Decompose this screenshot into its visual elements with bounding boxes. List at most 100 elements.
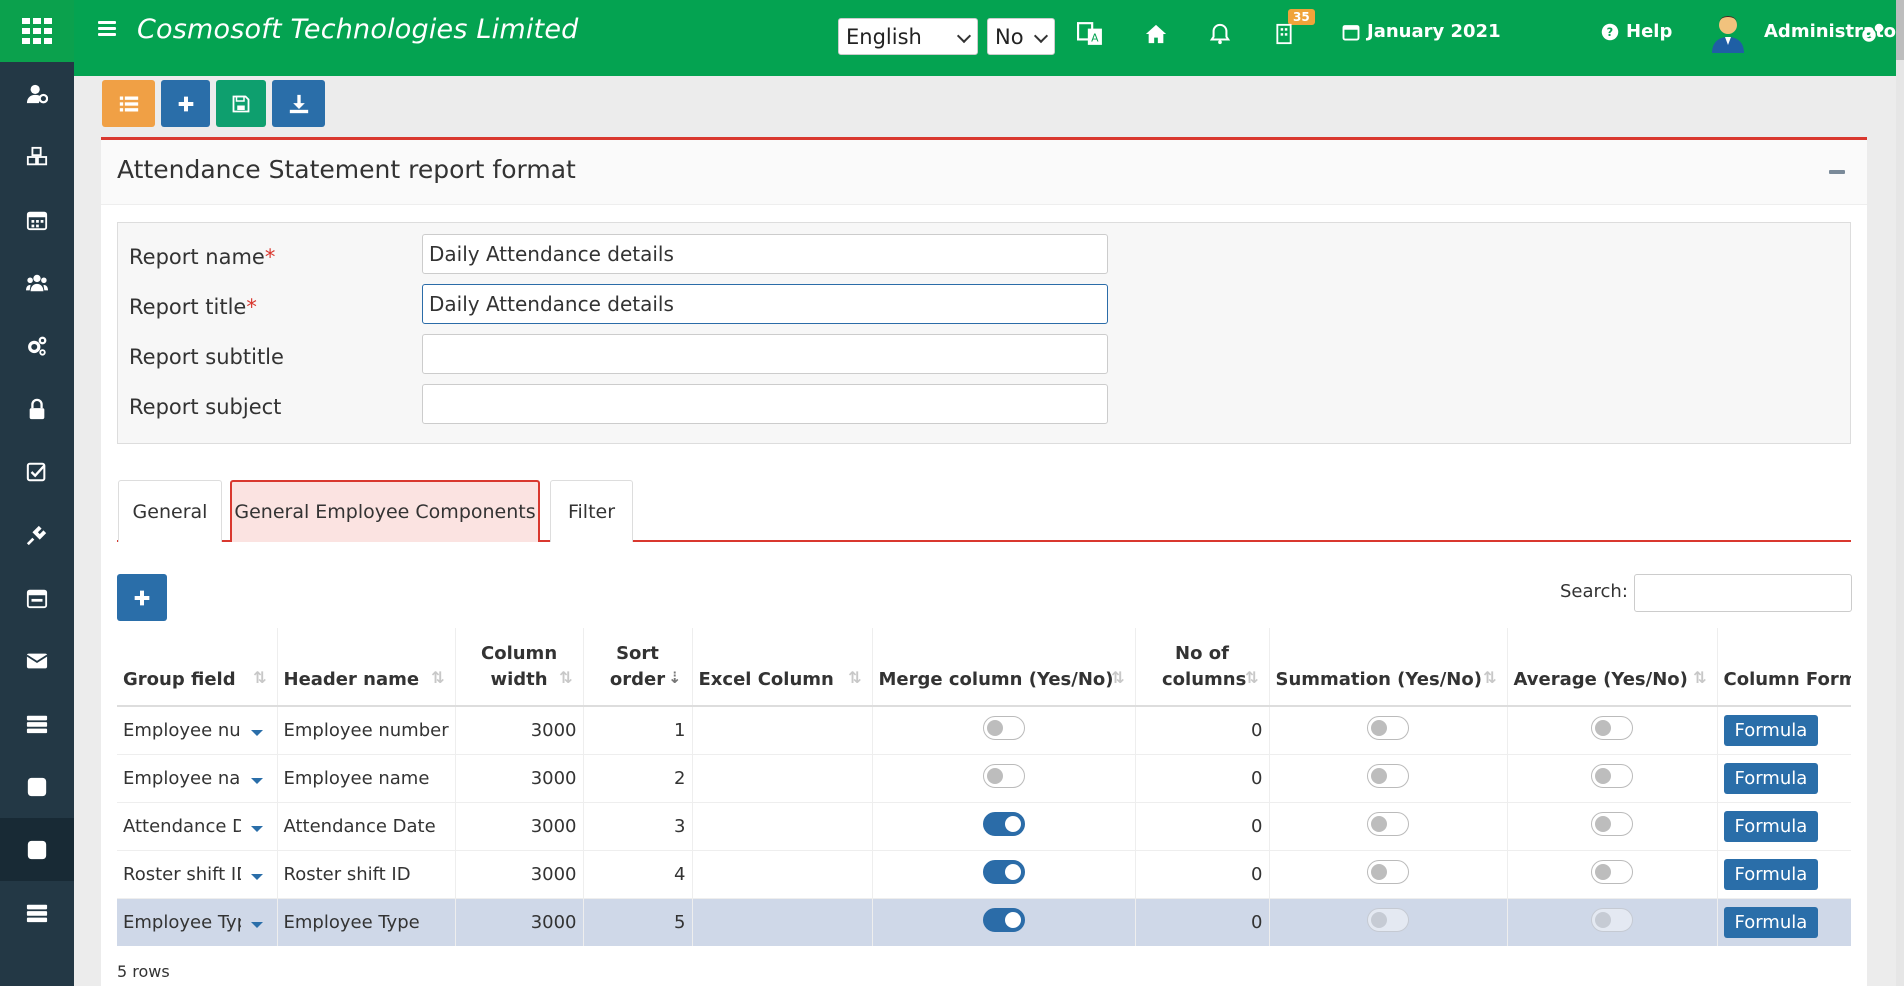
home-button[interactable] [1142,20,1170,48]
average-toggle[interactable] [1591,715,1633,740]
sort-order-cell[interactable]: 5 [583,898,693,946]
no-select[interactable]: No [987,18,1055,55]
sidebar-item-user-settings[interactable] [0,62,74,125]
sidebar-item-server[interactable] [0,692,74,755]
sidebar-item-schedule[interactable] [0,566,74,629]
sidebar-item-security[interactable] [0,377,74,440]
sort-order-cell[interactable]: 4 [583,850,693,899]
col-sort-order[interactable]: Sort order ⇣ [583,628,693,707]
sidebar-item-data[interactable] [0,881,74,944]
col-group-field[interactable]: Group field ⇅ [117,628,278,707]
formula-button[interactable]: Formula [1723,762,1819,794]
merge-toggle[interactable] [982,763,1025,788]
merge-toggle[interactable] [982,811,1025,836]
no-of-columns-cell[interactable]: 0 [1135,898,1270,946]
column-width-cell[interactable]: 3000 [455,898,584,946]
settings-button[interactable] [1858,20,1886,48]
merge-toggle[interactable] [982,907,1025,932]
apps-grid-button[interactable] [0,0,74,62]
merge-toggle[interactable] [982,859,1025,884]
table-row[interactable]: Roster shift ID Roster shift ID 3000 4 0 Form… [117,850,1851,899]
no-of-columns-cell[interactable]: 0 [1135,850,1270,899]
report-title-input[interactable] [422,284,1108,324]
search-input[interactable] [1634,574,1852,612]
download-button[interactable] [272,80,325,127]
add-record-button[interactable] [161,80,210,127]
formula-button[interactable]: Formula [1723,810,1819,842]
avatar[interactable] [1710,13,1746,53]
sort-order-cell[interactable]: 3 [583,802,693,851]
sidebar-item-calendar[interactable] [0,188,74,251]
col-no-of-columns[interactable]: No of columns ⇅ [1135,628,1270,707]
tab-general[interactable]: General [118,480,222,542]
dropdown-caret-icon[interactable] [250,922,263,928]
help-link[interactable]: ? Help [1601,21,1672,42]
excel-column-cell[interactable] [692,898,873,946]
formula-button[interactable]: Formula [1723,906,1819,938]
sidebar-item-reports-active[interactable] [0,818,74,881]
header-name-cell[interactable]: Employee Type [277,898,456,946]
excel-column-cell[interactable] [692,754,873,803]
average-toggle[interactable] [1591,859,1633,884]
formula-button[interactable]: Formula [1723,714,1819,746]
sort-order-cell[interactable]: 2 [583,754,693,803]
excel-column-cell[interactable] [692,850,873,899]
merge-toggle[interactable] [982,715,1025,740]
table-row[interactable]: Employee numberEmployee number300010Form… [117,706,1851,755]
sort-order-cell[interactable]: 1 [583,706,693,755]
col-summation[interactable]: Summation (Yes/No) ⇅ [1269,628,1508,707]
header-name-cell[interactable]: Employee number [277,706,456,755]
group-field-cell[interactable]: Employee Type [117,898,278,946]
summation-toggle[interactable] [1367,811,1409,836]
sidebar-item-settings[interactable] [0,314,74,377]
header-name-cell[interactable]: Employee name [277,754,456,803]
collapse-icon[interactable] [1829,170,1845,174]
dropdown-caret-icon[interactable] [250,826,263,832]
excel-column-cell[interactable] [692,802,873,851]
summation-toggle[interactable] [1367,715,1409,740]
tab-filter[interactable]: Filter [550,480,633,542]
report-subtitle-input[interactable] [422,334,1108,374]
save-button[interactable] [216,80,266,127]
column-width-cell[interactable]: 3000 [455,754,584,803]
group-field-cell[interactable]: Employee name [117,754,278,803]
summation-toggle[interactable] [1367,859,1409,884]
language-select[interactable]: English [838,18,978,55]
table-row[interactable]: Attendance DateAttendance Date300030Form… [117,802,1851,851]
average-toggle[interactable] [1591,763,1633,788]
menu-toggle-icon[interactable] [98,21,116,37]
report-subject-input[interactable] [422,384,1108,424]
col-header-name[interactable]: Header name ⇅ [277,628,456,707]
group-field-cell[interactable]: Employee number [117,706,278,755]
list-button[interactable] [102,80,155,127]
sidebar-item-modules[interactable] [0,125,74,188]
dropdown-caret-icon[interactable] [250,874,263,880]
header-name-cell[interactable]: Roster shift ID [277,850,456,899]
no-of-columns-cell[interactable]: 0 [1135,802,1270,851]
col-average[interactable]: Average (Yes/No) ⇅ [1507,628,1718,707]
header-name-cell[interactable]: Attendance Date [277,802,456,851]
page-scrollbar[interactable] [1896,0,1904,986]
notifications-button[interactable] [1206,20,1234,48]
period-selector[interactable]: January 2021 [1342,21,1501,42]
company-button[interactable] [1270,20,1298,48]
col-excel-column[interactable]: Excel Column ⇅ [692,628,873,707]
col-merge-column[interactable]: Merge column (Yes/No) ⇅ [872,628,1136,707]
dropdown-caret-icon[interactable] [250,730,263,737]
excel-column-cell[interactable] [692,706,873,755]
table-row[interactable]: Employee nameEmployee name300020Formula [117,754,1851,803]
sidebar-item-messages[interactable] [0,629,74,692]
tab-general-employee-components[interactable]: General Employee Components [230,480,540,542]
dropdown-caret-icon[interactable] [250,778,263,784]
no-of-columns-cell[interactable]: 0 [1135,706,1270,755]
average-toggle[interactable] [1591,907,1633,932]
sidebar-item-integrations[interactable] [0,503,74,566]
summation-toggle[interactable] [1367,907,1409,932]
report-name-input[interactable] [422,234,1108,274]
col-column-formula[interactable]: Column Formula [1717,628,1851,707]
group-field-cell[interactable]: Attendance Date [117,802,278,851]
column-width-cell[interactable]: 3000 [455,850,584,899]
sidebar-item-square[interactable] [0,755,74,818]
group-field-cell[interactable]: Roster shift ID [117,850,278,899]
table-row[interactable]: Employee TypeEmployee Type300050Formula [117,898,1851,946]
